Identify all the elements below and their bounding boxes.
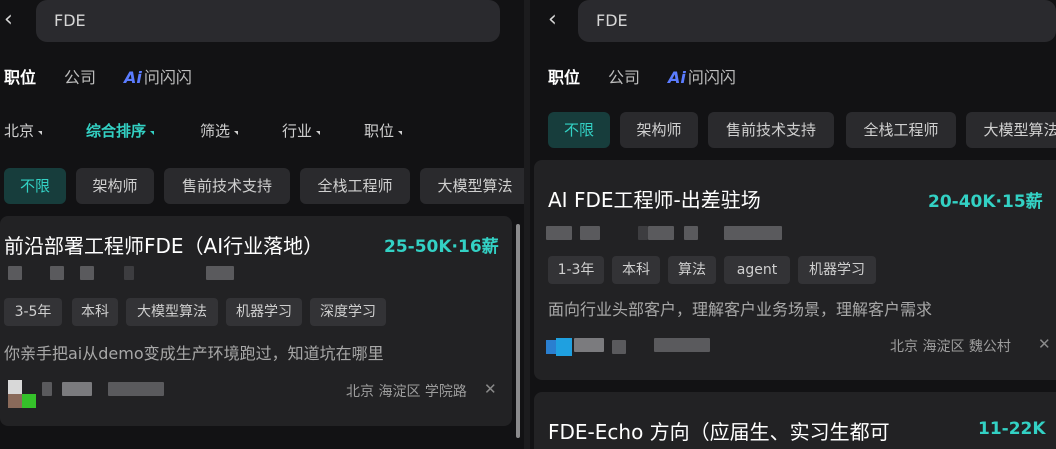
close-icon[interactable]: ✕ [484, 380, 497, 398]
job-tag: 本科 [72, 298, 118, 326]
dropdown-triangle-icon [38, 131, 43, 135]
company-logo [22, 394, 36, 408]
filter-position-label: 职位 [364, 122, 395, 140]
dropdown-triangle-icon [234, 131, 239, 135]
chip-presales[interactable]: 售前技术支持 [708, 112, 834, 148]
search-header: ‹ FDE [530, 0, 1056, 42]
blurred-company-info [580, 226, 600, 240]
filter-industry[interactable]: 行业 [282, 120, 321, 141]
filter-screen-label: 筛选 [200, 122, 231, 140]
chip-presales[interactable]: 售前技术支持 [164, 168, 290, 204]
job-tag: 算法 [668, 256, 716, 284]
chip-llm-algo[interactable]: 大模型算法 [420, 168, 524, 204]
tab-companies[interactable]: 公司 [64, 64, 96, 88]
job-title: FDE-Echo 方向（应届生、实习生都可 [548, 420, 890, 444]
job-tag: 本科 [612, 256, 660, 284]
blurred-company-info [684, 226, 698, 240]
search-query: FDE [596, 11, 628, 30]
job-location: 北京 海淀区 学院路 [346, 384, 467, 400]
search-query: FDE [54, 11, 86, 30]
result-tabs: 职位 公司 Ai 问闪闪 [0, 64, 524, 88]
job-tag: 大模型算法 [126, 298, 218, 326]
blurred-recruiter-info [612, 340, 626, 354]
blurred-company-info [546, 226, 572, 240]
tab-companies[interactable]: 公司 [608, 64, 640, 88]
job-card[interactable]: AI FDE工程师-出差驻场 20-40K·15薪 1-3年 本科 算法 age… [534, 160, 1056, 380]
back-chevron-icon[interactable]: ‹ [4, 9, 22, 31]
job-tag: 3-5年 [4, 298, 62, 326]
search-input[interactable]: FDE [578, 0, 1056, 42]
chip-architect[interactable]: 架构师 [76, 168, 154, 204]
company-logo [8, 380, 22, 394]
job-card[interactable]: 前沿部署工程师FDE（AI行业落地） 25-50K·16薪 3-5年 本科 大模… [0, 216, 512, 426]
search-input[interactable]: FDE [36, 0, 500, 42]
job-card[interactable]: FDE-Echo 方向（应届生、实习生都可 11-22K [534, 392, 1056, 449]
job-tag: 深度学习 [310, 298, 386, 326]
left-screen: ‹ FDE 职位 公司 Ai 问闪闪 北京 综合排序 筛选 行业 职位 不限 架构… [0, 0, 524, 449]
job-tag: 机器学习 [798, 256, 876, 284]
job-salary: 25-50K·16薪 [384, 237, 499, 257]
close-icon[interactable]: ✕ [1038, 335, 1051, 353]
company-logo [556, 338, 572, 356]
blurred-recruiter-info [654, 338, 710, 352]
dropdown-triangle-icon [316, 131, 321, 135]
job-tag: 1-3年 [548, 256, 604, 284]
filter-city[interactable]: 北京 [4, 120, 43, 141]
dropdown-triangle-icon [150, 131, 155, 135]
tab-jobs[interactable]: 职位 [4, 64, 36, 88]
dropdown-triangle-icon [398, 131, 403, 135]
job-tag: agent [724, 256, 790, 284]
ai-logo-icon: Ai [124, 68, 142, 87]
scrollbar[interactable] [516, 224, 520, 438]
chip-fullstack[interactable]: 全栈工程师 [846, 112, 956, 148]
company-logo [546, 340, 556, 354]
job-description: 你亲手把ai从demo变成生产环境跑过，知道坑在哪里 [4, 344, 384, 363]
blurred-company-info [638, 226, 648, 240]
chip-fullstack[interactable]: 全栈工程师 [300, 168, 410, 204]
job-description: 面向行业头部客户，理解客户业务场景，理解客户需求 [548, 300, 933, 319]
chip-architect[interactable]: 架构师 [620, 112, 698, 148]
chip-llm-algo[interactable]: 大模型算法 [966, 112, 1056, 148]
tab-ai-assistant-label: 问闪闪 [143, 68, 192, 87]
blurred-company-info [80, 266, 94, 280]
blurred-company-info [50, 266, 64, 280]
blurred-company-info [124, 266, 134, 280]
category-chips: 不限 架构师 售前技术支持 全栈工程师 大模型算法 [0, 168, 524, 204]
filter-bar: 北京 综合排序 筛选 行业 职位 [0, 120, 524, 142]
blurred-recruiter-info [62, 382, 92, 396]
company-logo [8, 394, 22, 408]
blurred-company-info [648, 226, 674, 240]
chip-unlimited[interactable]: 不限 [548, 112, 610, 148]
filter-sort-label: 综合排序 [86, 122, 147, 140]
search-header: ‹ FDE [0, 0, 524, 42]
filter-industry-label: 行业 [282, 122, 313, 140]
filter-sort[interactable]: 综合排序 [86, 120, 155, 141]
category-chips: 不限 架构师 售前技术支持 全栈工程师 大模型算法 [530, 112, 1056, 148]
job-salary: 20-40K·15薪 [928, 192, 1043, 212]
job-location: 北京 海淀区 魏公村 [890, 339, 1011, 355]
back-chevron-icon[interactable]: ‹ [548, 9, 566, 31]
ai-logo-icon: Ai [668, 68, 686, 87]
filter-screen[interactable]: 筛选 [200, 120, 239, 141]
tab-jobs[interactable]: 职位 [548, 64, 580, 88]
right-screen: ‹ FDE 职位 公司 Ai 问闪闪 不限 架构师 售前技术支持 全栈工程师 大模… [530, 0, 1056, 449]
tab-ai-assistant[interactable]: Ai 问闪闪 [668, 64, 736, 88]
blurred-company-info [8, 266, 22, 280]
chip-unlimited[interactable]: 不限 [4, 168, 66, 204]
tab-ai-assistant-label: 问闪闪 [687, 68, 736, 87]
job-salary: 11-22K [978, 419, 1046, 439]
blurred-company-info [724, 226, 782, 240]
job-title: 前沿部署工程师FDE（AI行业落地） [4, 234, 324, 258]
job-tag: 机器学习 [226, 298, 302, 326]
filter-position[interactable]: 职位 [364, 120, 403, 141]
job-title: AI FDE工程师-出差驻场 [548, 188, 761, 212]
blurred-recruiter-info [574, 338, 604, 352]
blurred-recruiter-info [108, 382, 164, 396]
filter-city-label: 北京 [4, 122, 35, 140]
blurred-recruiter-info [42, 382, 52, 396]
tab-ai-assistant[interactable]: Ai 问闪闪 [124, 64, 192, 88]
result-tabs: 职位 公司 Ai 问闪闪 [530, 64, 1056, 88]
blurred-company-info [206, 266, 234, 280]
